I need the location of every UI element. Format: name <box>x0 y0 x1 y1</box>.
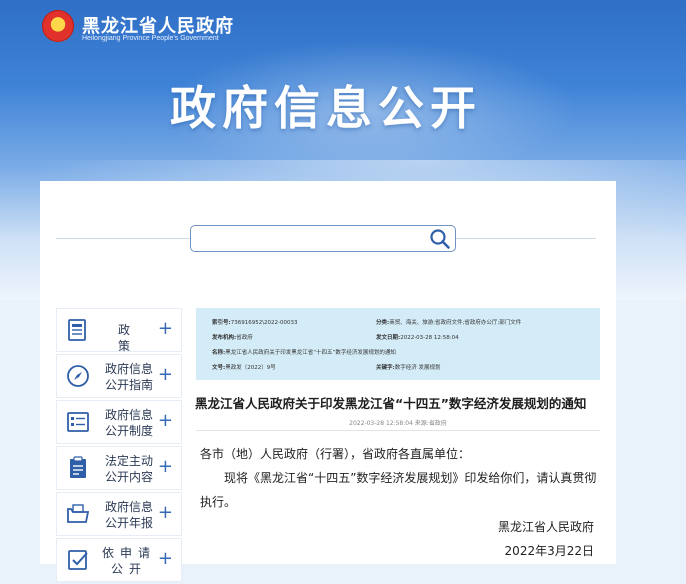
meta-date: 发文日期:2022-03-28 12:58:04 <box>376 335 459 341</box>
meta-docno: 文号:黑政发〔2022〕9号 <box>212 365 276 371</box>
sidebar-item-label: 政 策 <box>117 323 140 353</box>
policy-doc-icon <box>68 319 86 341</box>
sidebar-item-label: 法定主动公开内容 <box>104 454 153 484</box>
document-sign-date: 2022年3月22日 <box>504 544 594 558</box>
document-metadata: 索引号:736916952\2022-00033 分类:商贸、海关、旅游;省政府… <box>196 308 600 380</box>
search-icon[interactable] <box>429 228 451 250</box>
apply-icon <box>68 550 88 570</box>
sidebar-item-policy[interactable]: 政 策 + <box>56 308 182 353</box>
document-salutation: 各市（地）人民政府（行署），省政府各直属单位： <box>200 447 471 461</box>
clipboard-icon <box>70 456 86 478</box>
title-divider <box>196 430 600 431</box>
plus-icon[interactable]: + <box>158 411 173 431</box>
compass-icon <box>67 365 89 387</box>
plus-icon[interactable]: + <box>158 457 173 477</box>
sidebar-item-system[interactable]: 政府信息公开制度 + <box>56 400 182 444</box>
meta-name: 名称:黑龙江省人民政府关于印发黑龙江省“十四五”数字经济发展规划的通知 <box>212 350 396 356</box>
sidebar-item-guide[interactable]: 政府信息公开指南 + <box>56 354 182 398</box>
sidebar-item-statutory[interactable]: 法定主动公开内容 + <box>56 446 182 490</box>
document-title: 黑龙江省人民政府关于印发黑龙江省“十四五”数字经济发展规划的通知 <box>195 396 587 411</box>
folder-icon <box>67 504 90 523</box>
sidebar-nav: 政 策 + 政府信息公开指南 + 政府信息公开制度 + 法定主动公开内容 + 政… <box>56 308 182 584</box>
plus-icon[interactable]: + <box>158 549 173 569</box>
meta-category: 分类:商贸、海关、旅游;省政府文件;省政府办公厅;部门文件 <box>376 320 522 326</box>
sidebar-item-apply[interactable]: 依申请公开 + <box>56 538 182 582</box>
banner-title: 政府信息公开 <box>170 81 482 135</box>
sidebar-item-label: 政府信息公开年报 <box>104 500 153 530</box>
meta-index: 索引号:736916952\2022-00033 <box>212 320 298 326</box>
sidebar-item-annual-report[interactable]: 政府信息公开年报 + <box>56 492 182 536</box>
document-date-source: 2022-03-28 12:58:04 来源:省政府 <box>349 420 447 427</box>
plus-icon[interactable]: + <box>158 503 173 523</box>
meta-publisher: 发布机构:省政府 <box>212 335 253 341</box>
search-input[interactable] <box>190 225 456 252</box>
sidebar-item-label: 政府信息公开指南 <box>104 362 153 392</box>
plus-icon[interactable]: + <box>158 365 173 385</box>
document-signature: 黑龙江省人民政府 <box>497 520 594 534</box>
document-paragraph: 现将《黑龙江省“十四五”数字经济发展规划》印发给你们，请认真贯彻执行。 <box>200 471 597 509</box>
national-emblem-icon[interactable] <box>42 10 74 42</box>
list-doc-icon <box>67 412 89 432</box>
sidebar-item-label: 政府信息公开制度 <box>104 408 153 438</box>
document-body: 各市（地）人民政府（行署），省政府各直属单位： 现将《黑龙江省“十四五”数字经济… <box>200 442 600 514</box>
meta-keywords: 关键字:数字经济 发展规划 <box>376 365 441 371</box>
plus-icon[interactable]: + <box>158 319 173 339</box>
site-name-en: Heilongjiang Province People's Governmen… <box>82 35 219 42</box>
sidebar-item-label: 依申请公开 <box>101 546 156 576</box>
